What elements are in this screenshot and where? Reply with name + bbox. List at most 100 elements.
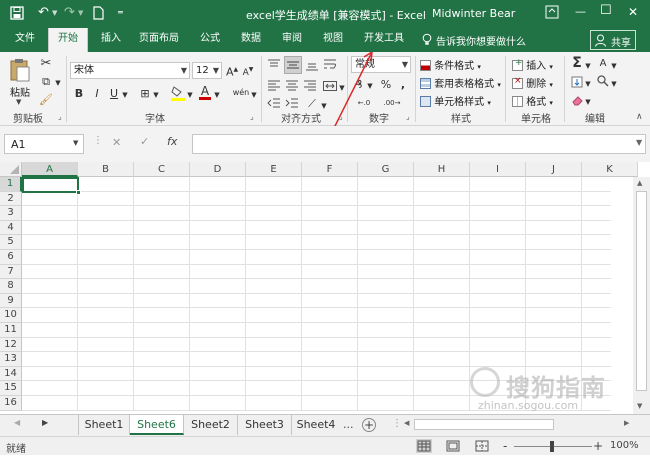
font-color-dropdown-icon[interactable]: ▼ bbox=[213, 87, 221, 103]
scroll-down-icon[interactable]: ▼ bbox=[637, 402, 642, 410]
add-sheet-button[interactable]: + bbox=[362, 418, 376, 432]
fill-color-icon[interactable] bbox=[170, 84, 186, 102]
column-header-a[interactable]: A bbox=[22, 162, 78, 177]
fill-color-dropdown-icon[interactable]: ▼ bbox=[186, 87, 194, 103]
autosum-icon[interactable]: Σ bbox=[570, 55, 584, 71]
phonetic-guide-icon[interactable]: wén bbox=[232, 85, 250, 101]
row-header-10[interactable]: 10 bbox=[0, 308, 22, 323]
column-header-c[interactable]: C bbox=[134, 162, 190, 177]
ribbon-display-icon[interactable] bbox=[545, 5, 559, 19]
number-launcher-icon[interactable]: ⌟ bbox=[406, 112, 410, 121]
page-break-view-icon[interactable] bbox=[474, 439, 490, 453]
row-header-12[interactable]: 12 bbox=[0, 337, 22, 353]
column-header-e[interactable]: E bbox=[246, 162, 302, 177]
active-cell-a1[interactable] bbox=[22, 177, 79, 193]
row-header-8[interactable]: 8 bbox=[0, 279, 22, 294]
undo-icon[interactable]: ↶ bbox=[38, 5, 49, 20]
undo-dropdown-icon[interactable]: ▼ bbox=[52, 9, 57, 17]
fill-icon[interactable] bbox=[570, 75, 584, 89]
paste-dropdown-icon[interactable]: ▼ bbox=[16, 98, 21, 106]
shrink-font-icon[interactable]: A▼ bbox=[242, 62, 254, 81]
tab-split-grip-icon[interactable]: ⋮ bbox=[392, 418, 402, 429]
share-button[interactable]: 共享 bbox=[590, 30, 636, 50]
clear-icon[interactable] bbox=[570, 93, 584, 107]
align-bottom-icon[interactable] bbox=[304, 57, 320, 73]
delete-cells-button[interactable]: × 删除 ▾ bbox=[512, 75, 553, 90]
page-layout-view-icon[interactable] bbox=[445, 439, 461, 453]
cancel-button[interactable]: ✕ bbox=[112, 136, 121, 149]
row-header-14[interactable]: 14 bbox=[0, 366, 22, 382]
customize-toolbar-icon[interactable]: ═ bbox=[118, 8, 123, 17]
cut-icon[interactable]: ✂ bbox=[38, 56, 54, 72]
hscroll-right-icon[interactable]: ▶ bbox=[624, 419, 629, 427]
zoom-level[interactable]: 100% bbox=[610, 440, 639, 451]
bold-button[interactable]: B bbox=[72, 86, 86, 102]
hscroll-left-icon[interactable]: ◀ bbox=[404, 419, 409, 427]
tab-data[interactable]: 数据 bbox=[234, 28, 268, 52]
redo-dropdown-icon[interactable]: ▼ bbox=[78, 9, 83, 17]
formula-bar-grip-icon[interactable]: ⋮ bbox=[93, 135, 103, 146]
zoom-in-button[interactable]: + bbox=[593, 439, 603, 453]
find-dropdown-icon[interactable]: ▼ bbox=[610, 76, 618, 92]
conditional-formatting-button[interactable]: 条件格式 ▾ bbox=[420, 57, 481, 72]
vertical-scrollbar[interactable]: ▲ ▼ bbox=[633, 177, 650, 414]
increase-indent-icon[interactable] bbox=[284, 97, 300, 111]
fill-handle[interactable] bbox=[76, 190, 81, 195]
scroll-thumb[interactable] bbox=[636, 191, 647, 391]
sheet-tab-sheet4[interactable]: Sheet4 bbox=[292, 415, 340, 435]
user-name[interactable]: Midwinter Bear bbox=[432, 7, 515, 20]
insert-function-button[interactable]: fx bbox=[167, 135, 177, 148]
row-header-11[interactable]: 11 bbox=[0, 323, 22, 338]
align-right-icon[interactable] bbox=[302, 78, 318, 94]
scroll-up-icon[interactable]: ▲ bbox=[637, 179, 642, 187]
find-select-icon[interactable] bbox=[596, 74, 610, 88]
expand-formula-bar-icon[interactable]: ▼ bbox=[636, 138, 642, 147]
formula-input[interactable] bbox=[192, 134, 646, 154]
sort-filter-icon[interactable]: A bbox=[596, 56, 610, 72]
clipboard-launcher-icon[interactable]: ⌟ bbox=[58, 112, 62, 121]
phonetic-dropdown-icon[interactable]: ▼ bbox=[250, 87, 258, 103]
fill-dropdown-icon[interactable]: ▼ bbox=[584, 76, 592, 92]
decrease-indent-icon[interactable] bbox=[266, 97, 282, 111]
align-left-icon[interactable] bbox=[266, 78, 282, 94]
new-file-icon[interactable] bbox=[93, 6, 104, 20]
comma-style-button[interactable]: , bbox=[398, 77, 408, 93]
row-header-2[interactable]: 2 bbox=[0, 191, 22, 207]
column-header-g[interactable]: G bbox=[358, 162, 414, 177]
row-header-6[interactable]: 6 bbox=[0, 250, 22, 265]
prev-sheet-icon[interactable]: ◀ bbox=[14, 418, 20, 427]
autosum-dropdown-icon[interactable]: ▼ bbox=[584, 58, 592, 74]
tab-file[interactable]: 文件 bbox=[8, 28, 42, 52]
row-header-16[interactable]: 16 bbox=[0, 396, 22, 411]
tab-home[interactable]: 开始 bbox=[48, 28, 88, 52]
borders-icon[interactable]: ⊞ bbox=[138, 86, 152, 102]
tab-page-layout[interactable]: 页面布局 bbox=[134, 28, 184, 52]
row-header-3[interactable]: 3 bbox=[0, 206, 22, 221]
copy-dropdown-icon[interactable]: ▼ bbox=[54, 75, 62, 91]
underline-button[interactable]: U bbox=[107, 86, 121, 102]
column-header-d[interactable]: D bbox=[190, 162, 246, 177]
align-top-icon[interactable] bbox=[266, 57, 282, 73]
row-header-9[interactable]: 9 bbox=[0, 293, 22, 309]
borders-dropdown-icon[interactable]: ▼ bbox=[152, 87, 160, 103]
align-center-icon[interactable] bbox=[284, 78, 300, 94]
font-size-box[interactable]: 12 ▼ bbox=[192, 62, 222, 79]
normal-view-icon[interactable] bbox=[416, 439, 432, 453]
clear-dropdown-icon[interactable]: ▼ bbox=[584, 94, 592, 110]
enter-button[interactable]: ✓ bbox=[140, 135, 149, 148]
tab-review[interactable]: 审阅 bbox=[275, 28, 309, 52]
row-header-15[interactable]: 15 bbox=[0, 381, 22, 396]
format-cells-button[interactable]: 格式 ▾ bbox=[512, 93, 553, 108]
name-box[interactable]: A1 ▼ bbox=[4, 134, 84, 154]
format-painter-icon[interactable]: 🖌 bbox=[38, 92, 54, 108]
align-middle-icon[interactable] bbox=[284, 56, 302, 74]
tab-formulas[interactable]: 公式 bbox=[193, 28, 227, 52]
next-sheet-icon[interactable]: ▶ bbox=[42, 418, 48, 427]
decrease-decimal-icon[interactable]: .00→ bbox=[380, 95, 404, 111]
font-launcher-icon[interactable]: ⌟ bbox=[250, 112, 254, 121]
copy-icon[interactable]: ⧉ bbox=[38, 74, 54, 90]
zoom-out-button[interactable]: - bbox=[503, 439, 507, 453]
grow-font-icon[interactable]: A▲ bbox=[226, 62, 238, 81]
worksheet-grid[interactable]: ABCDEFGHIJK 1 2 3 4 5 6 7 8 9 10 11 12 13 14 15 16 搜狗指南… bbox=[0, 162, 650, 414]
tab-insert[interactable]: 插入 bbox=[94, 28, 128, 52]
